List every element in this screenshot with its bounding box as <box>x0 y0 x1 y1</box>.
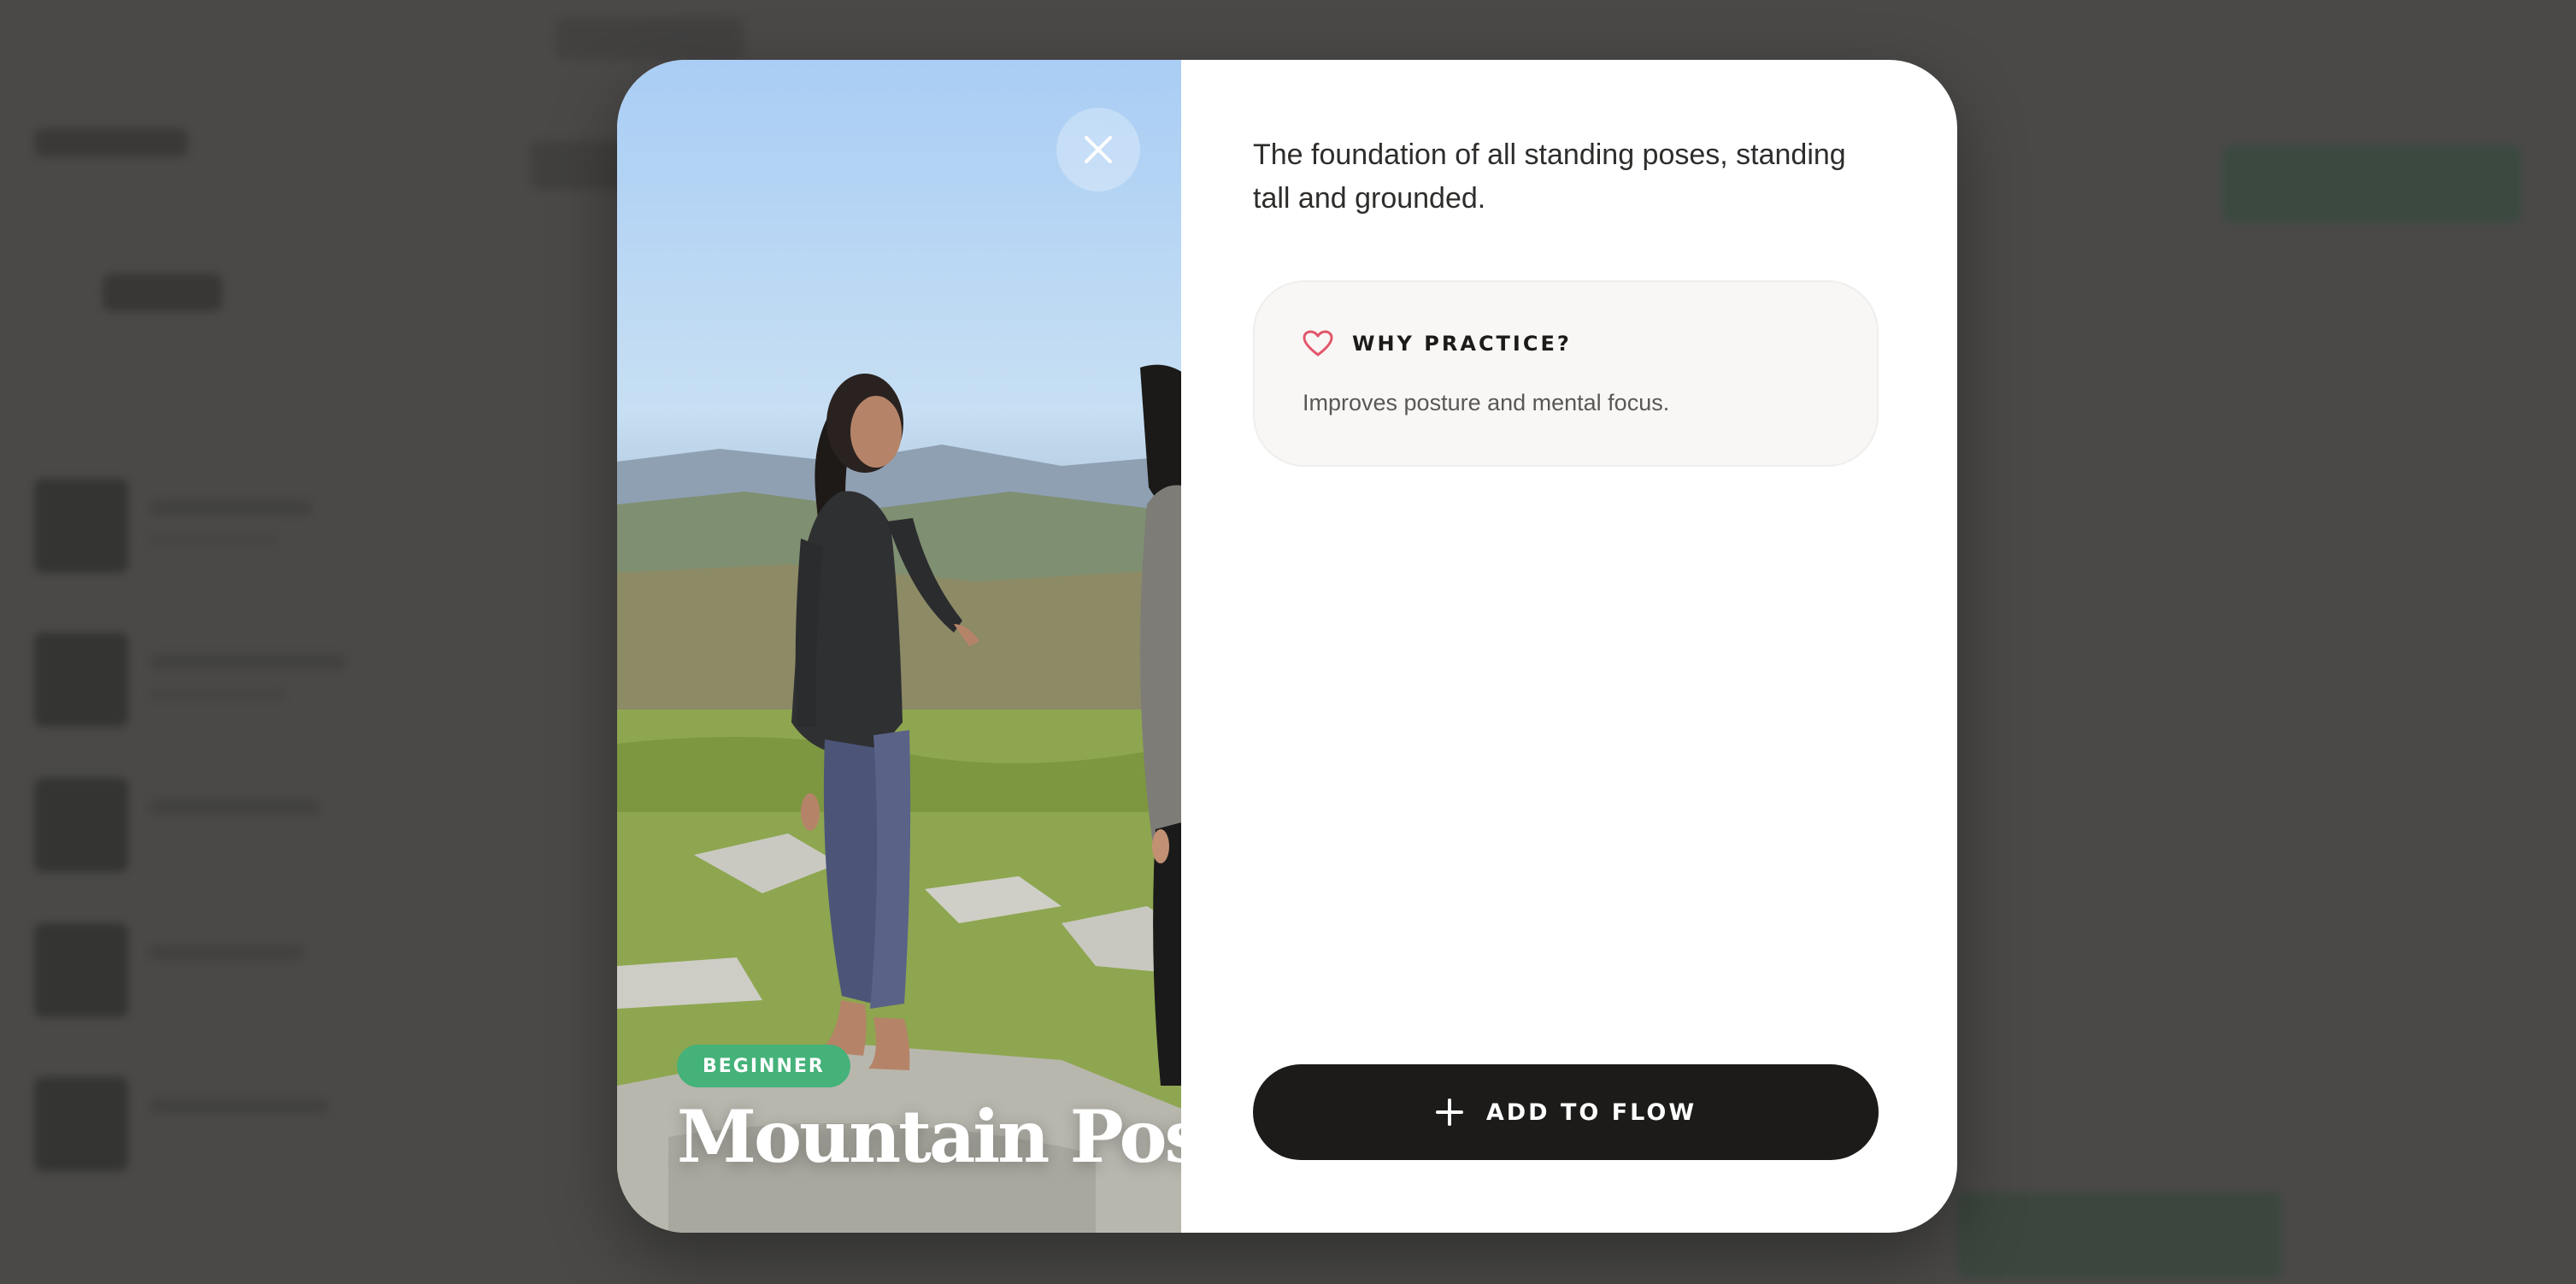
pose-description: The foundation of all standing poses, st… <box>1253 138 1846 215</box>
bg-primary-button <box>2222 145 2521 222</box>
plus-icon <box>1435 1098 1463 1126</box>
why-practice-text: Improves posture and mental focus. <box>1303 390 1670 415</box>
bg-list-thumb <box>34 923 128 1017</box>
bg-list-line <box>150 500 312 515</box>
level-badge: BEGINNER <box>677 1045 850 1087</box>
pose-details-panel: The foundation of all standing poses, st… <box>1181 60 1957 1233</box>
bg-list-line <box>150 1098 329 1114</box>
bg-list-line <box>150 799 321 815</box>
bg-list-thumb <box>34 778 128 872</box>
bg-title-placeholder <box>34 128 188 157</box>
bg-tab-placeholder <box>556 17 744 60</box>
bg-list-thumb <box>34 479 128 573</box>
pose-title: Mountain Pose <box>677 1094 1181 1179</box>
bg-list-line <box>150 534 278 546</box>
close-icon <box>1085 136 1112 163</box>
why-practice-header: WHY PRACTICE? <box>1303 330 1829 357</box>
bg-chip-placeholder <box>103 274 222 311</box>
add-to-flow-label: ADD TO FLOW <box>1485 1098 1697 1126</box>
bg-list-line <box>150 654 346 669</box>
add-to-flow-button[interactable]: ADD TO FLOW <box>1253 1064 1879 1160</box>
bg-list-thumb <box>34 633 128 727</box>
bg-list-line <box>150 945 303 960</box>
bg-secondary-button <box>1957 1193 2282 1278</box>
why-practice-card: WHY PRACTICE? Improves posture and menta… <box>1253 280 1879 467</box>
bg-list-line <box>150 688 286 700</box>
pose-detail-modal: BEGINNER Mountain Pose The foundation of… <box>617 60 1957 1233</box>
bg-list-thumb <box>34 1077 128 1171</box>
pose-photo: BEGINNER Mountain Pose <box>617 60 1181 1233</box>
close-button[interactable] <box>1056 108 1140 191</box>
why-practice-title: WHY PRACTICE? <box>1352 332 1572 356</box>
heart-icon <box>1303 330 1333 356</box>
